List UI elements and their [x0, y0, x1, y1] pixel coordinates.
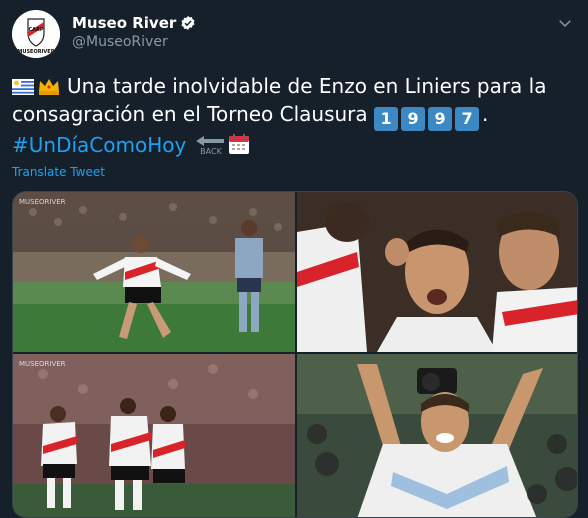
- back-arrow-icon: BACK: [194, 134, 228, 163]
- account-handle[interactable]: @MuseoRiver: [72, 34, 168, 50]
- watermark-text: MUSEORIVER: [19, 360, 66, 368]
- verified-badge-icon: [181, 16, 195, 30]
- photo-teammates-celebrating[interactable]: [297, 192, 577, 352]
- svg-text:BACK: BACK: [201, 147, 223, 156]
- account-name-text[interactable]: Museo River: [72, 14, 176, 32]
- calendar-icon: [229, 134, 250, 154]
- hashtag-link[interactable]: #UnDíaComoHoy: [12, 133, 186, 157]
- photo-team-hug[interactable]: MUSEORIVER: [13, 354, 295, 517]
- photo-celebration-running[interactable]: MUSEORIVER: [13, 192, 295, 352]
- account-name[interactable]: Museo River: [72, 14, 196, 32]
- river-plate-crest-icon: CARP MUSEORIVER: [12, 10, 60, 58]
- keycap-digit: 9: [401, 107, 426, 131]
- keycap-digit: 1: [374, 107, 399, 131]
- svg-text:MUSEORIVER: MUSEORIVER: [17, 49, 54, 55]
- uruguay-flag-icon: [12, 79, 34, 95]
- tweet-text: Una tarde inolvidable de Enzo en Liniers…: [12, 72, 578, 163]
- crown-icon: [39, 79, 59, 95]
- svg-text:CARP: CARP: [28, 27, 43, 33]
- watermark-text: MUSEORIVER: [19, 198, 66, 206]
- photo-grid: MUSEORIVER MUSEORIVER: [12, 191, 578, 518]
- translate-tweet-link[interactable]: Translate Tweet: [12, 165, 105, 179]
- keycap-digit: 7: [455, 107, 480, 131]
- more-options-chevron-icon[interactable]: [556, 14, 574, 36]
- avatar[interactable]: CARP MUSEORIVER: [12, 10, 60, 58]
- tweet-text-end: .: [482, 102, 489, 126]
- photo-arms-raised[interactable]: [297, 354, 577, 517]
- keycap-digit: 9: [428, 107, 453, 131]
